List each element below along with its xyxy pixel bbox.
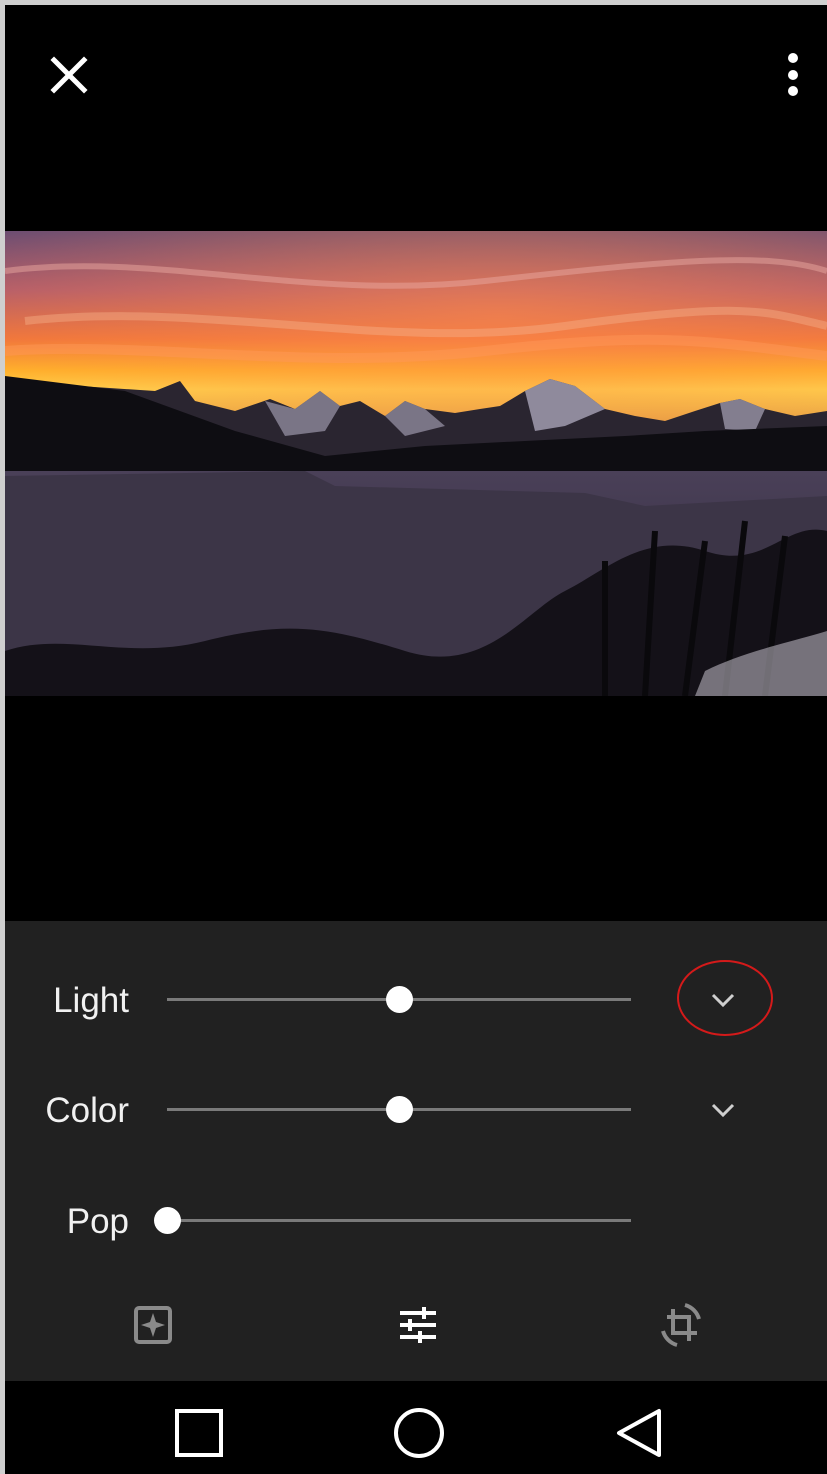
color-label: Color <box>45 1091 129 1130</box>
close-button[interactable] <box>43 49 95 101</box>
pop-adjust-row: Pop <box>5 1190 827 1250</box>
pop-label: Pop <box>66 1202 129 1241</box>
highlight-annotation <box>677 960 773 1036</box>
crop-rotate-tool-button[interactable] <box>657 1301 705 1349</box>
color-slider-thumb[interactable] <box>386 1096 413 1123</box>
triangle-back-icon <box>617 1409 661 1457</box>
pop-slider-track[interactable] <box>167 1219 631 1222</box>
circle-icon <box>394 1408 444 1458</box>
more-options-button[interactable] <box>767 49 819 101</box>
close-icon <box>50 56 88 94</box>
photo-editor-screen: Light Color Pop <box>5 5 827 1474</box>
color-adjust-row: Color <box>5 1079 827 1139</box>
auto-enhance-tool-button[interactable] <box>129 1301 177 1349</box>
more-vertical-icon <box>788 53 798 96</box>
adjust-tool-button[interactable] <box>394 1301 442 1349</box>
color-expand-button[interactable] <box>707 1094 739 1126</box>
adjust-panel: Light Color Pop <box>5 921 827 1381</box>
pop-slider-thumb[interactable] <box>154 1207 181 1234</box>
system-nav-bar <box>5 1381 827 1474</box>
light-slider-thumb[interactable] <box>386 986 413 1013</box>
sliders-icon <box>400 1307 436 1343</box>
square-icon <box>175 1409 223 1457</box>
light-label: Light <box>53 981 129 1020</box>
home-button[interactable] <box>391 1405 447 1461</box>
crop-rotate-icon <box>661 1303 701 1347</box>
photo-preview <box>5 231 827 696</box>
auto-enhance-icon <box>134 1306 172 1344</box>
chevron-down-icon <box>711 1103 735 1118</box>
recent-apps-button[interactable] <box>171 1405 227 1461</box>
back-button[interactable] <box>611 1405 667 1461</box>
